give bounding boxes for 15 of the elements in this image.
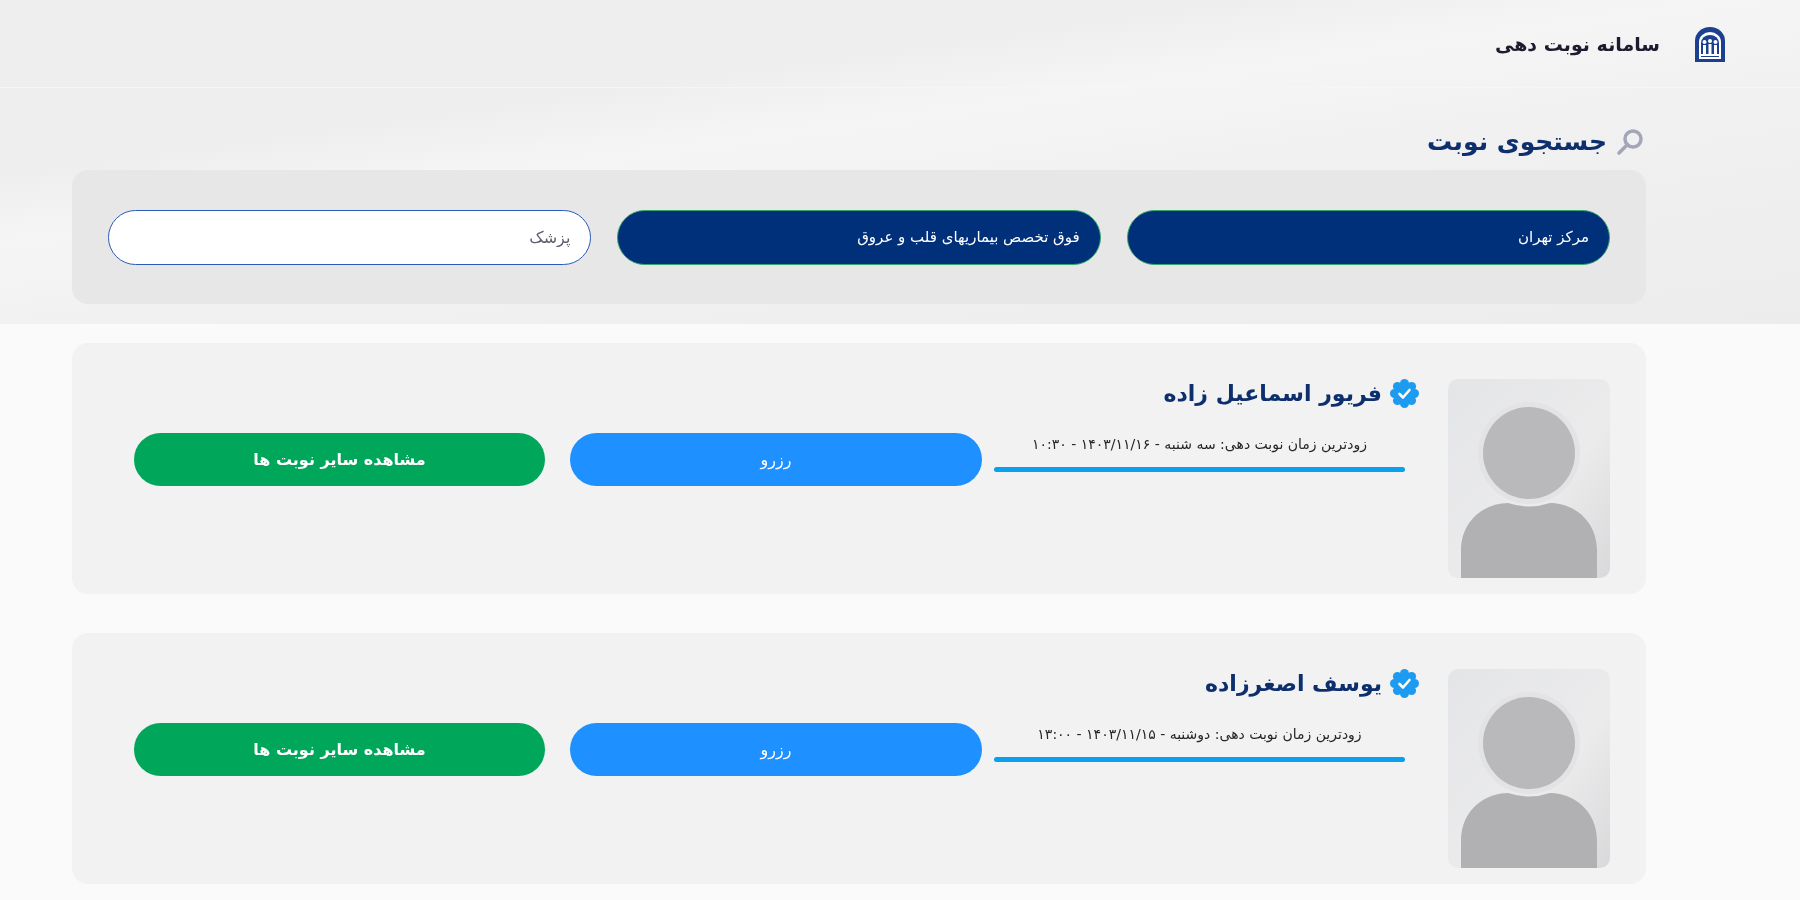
doctor-name: فریور اسماعیل زاده <box>1163 380 1382 408</box>
view-slots-button[interactable]: مشاهده سایر نوبت ها <box>134 433 545 486</box>
dropdown-field[interactable]: فوق تخصص بیماریهای قلب و عروق <box>617 209 1101 265</box>
earliest-slot-text: زودترین زمان نوبت دهی: سه شنبه - ۱۴۰۳/۱۱/۱۶ - ۱۰:۳۰ <box>1031 435 1368 455</box>
input-field[interactable]: پزشک <box>108 209 592 265</box>
earliest-slot-text: زودترین زمان نوبت دهی: دوشنبه - ۱۴۰۳/۱۱/۱۵ - ۱۳:۰۰ <box>1036 725 1363 745</box>
search-icon <box>1616 128 1644 156</box>
reserve-button[interactable]: رزرو <box>570 723 982 776</box>
view-slots-button[interactable]: مشاهده سایر نوبت ها <box>134 723 545 776</box>
site-title: سامانه نوبت دهی <box>1494 31 1660 58</box>
reserve-button[interactable]: رزرو <box>570 433 982 486</box>
page-title: جستجوی نوبت <box>1427 126 1607 158</box>
arch-emblem-icon <box>1693 25 1727 62</box>
dropdown-field[interactable]: مرکز تهران <box>1126 209 1610 265</box>
doctor-name: یوسف اصغرزاده <box>1205 670 1382 698</box>
